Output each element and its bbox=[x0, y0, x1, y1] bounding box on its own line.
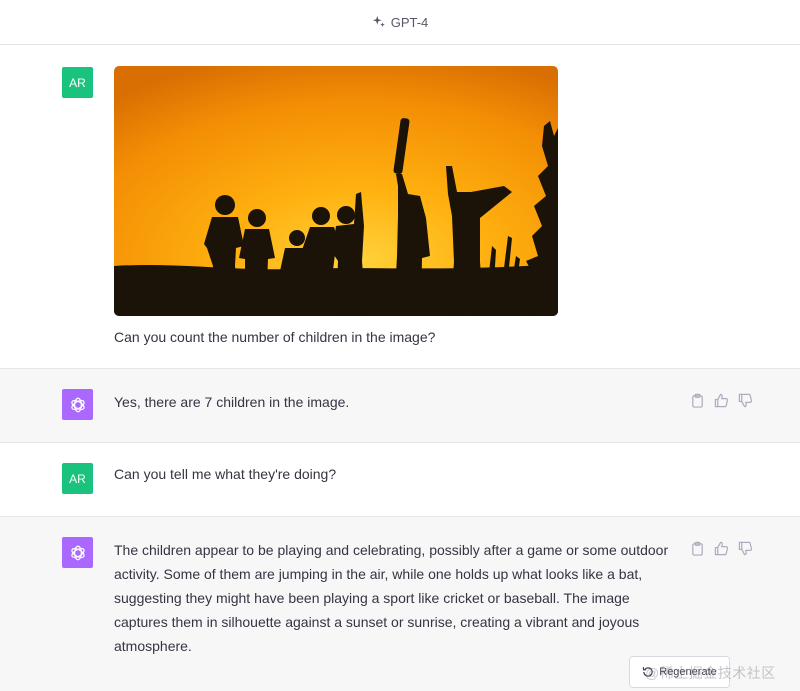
assistant-avatar bbox=[62, 537, 93, 568]
thumbs-up-icon[interactable] bbox=[714, 393, 729, 408]
text-line: The children appear to be playing and ce… bbox=[114, 542, 669, 558]
refresh-icon bbox=[643, 667, 653, 677]
text-line: suggesting they might have been playing … bbox=[114, 590, 630, 606]
regenerate-button[interactable]: Regenerate bbox=[629, 656, 730, 688]
sparkle-icon bbox=[372, 15, 385, 27]
message-text: Can you count the number of children in … bbox=[114, 329, 436, 345]
text-line: activity. Some of them are jumping in th… bbox=[114, 566, 643, 582]
chat-header: GPT-4 bbox=[0, 0, 800, 45]
regenerate-label: Regenerate bbox=[659, 666, 717, 678]
children-silhouette-image bbox=[114, 66, 558, 316]
clipboard-icon[interactable] bbox=[690, 541, 705, 556]
message-user-2: AR Can you tell me what they're doing? bbox=[0, 443, 800, 517]
openai-logo-icon bbox=[70, 397, 85, 412]
model-label[interactable]: GPT-4 bbox=[391, 15, 429, 30]
message-assistant-1: Yes, there are 7 children in the image. bbox=[0, 369, 800, 443]
text-line: captures them in silhouette against a su… bbox=[114, 614, 640, 630]
message-user-1: AR Can you count the number of children … bbox=[0, 45, 800, 369]
thumbs-up-icon[interactable] bbox=[714, 541, 729, 556]
user-avatar: AR bbox=[62, 67, 93, 98]
message-actions bbox=[690, 541, 753, 556]
message-text: The children appear to be playing and ce… bbox=[114, 538, 674, 658]
thumbs-down-icon[interactable] bbox=[738, 541, 753, 556]
text-line: atmosphere. bbox=[114, 638, 192, 654]
uploaded-image[interactable] bbox=[114, 66, 558, 316]
user-avatar: AR bbox=[62, 463, 93, 494]
clipboard-icon[interactable] bbox=[690, 393, 705, 408]
message-actions bbox=[690, 393, 753, 408]
message-text: Yes, there are 7 children in the image. bbox=[114, 394, 350, 410]
thumbs-down-icon[interactable] bbox=[738, 393, 753, 408]
assistant-avatar bbox=[62, 389, 93, 420]
openai-logo-icon bbox=[70, 545, 85, 560]
message-text: Can you tell me what they're doing? bbox=[114, 466, 337, 482]
